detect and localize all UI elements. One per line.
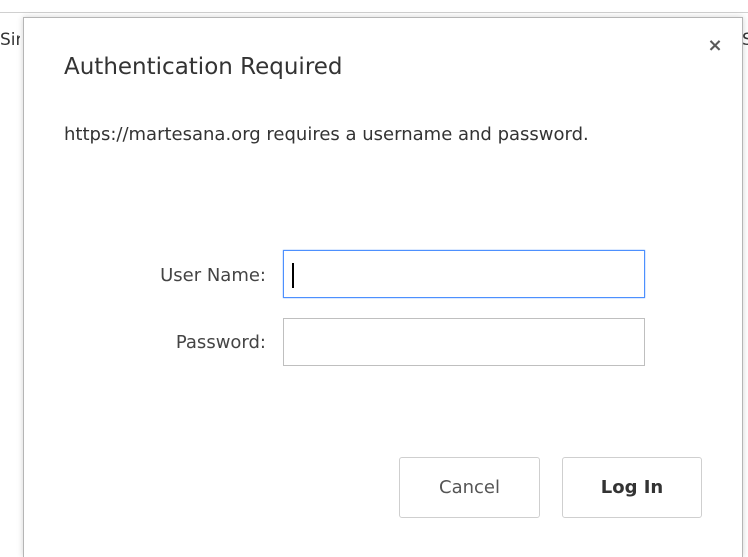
dialog-message: https://martesana.org requires a usernam… [64, 124, 589, 145]
top-divider [0, 12, 748, 13]
password-label: Password: [175, 332, 266, 353]
password-input[interactable] [283, 318, 645, 366]
cancel-button[interactable]: Cancel [399, 457, 540, 518]
background-text-left: Sir [0, 30, 20, 50]
text-caret [292, 263, 294, 288]
login-button[interactable]: Log In [562, 457, 702, 518]
dialog-title: Authentication Required [64, 54, 343, 80]
username-label: User Name: [160, 265, 266, 286]
username-input[interactable] [283, 250, 645, 298]
auth-dialog: × Authentication Required https://martes… [23, 17, 743, 557]
close-icon[interactable]: × [707, 37, 723, 55]
